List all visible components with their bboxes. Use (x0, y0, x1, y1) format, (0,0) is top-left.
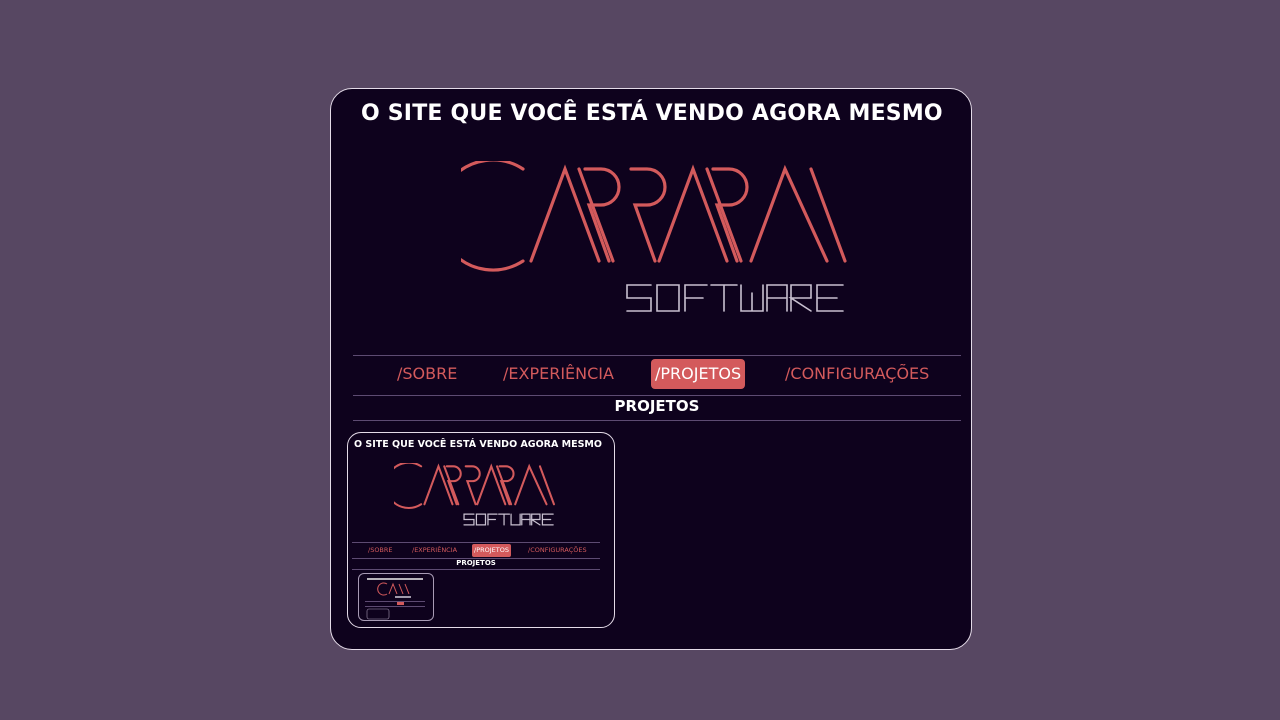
section-heading: PROJETOS (614, 397, 700, 415)
nav-item-sobre[interactable]: /SOBRE (397, 359, 457, 389)
project-preview-frame: O SITE QUE VOCÊ ESTÁ VENDO AGORA MESMO /… (330, 88, 972, 650)
carrara-software-logo (461, 161, 847, 312)
nav-top-divider (353, 355, 961, 356)
card-section-divider (352, 569, 600, 570)
page-title: O SITE QUE VOCÊ ESTÁ VENDO AGORA MESMO (361, 101, 943, 126)
nested-preview-graphic (365, 578, 425, 620)
project-card-title: O SITE QUE VOCÊ ESTÁ VENDO AGORA MESMO (354, 439, 602, 450)
nested-preview-thumbnail (358, 573, 434, 621)
section-divider (353, 420, 961, 421)
card-nav-item-configuracoes: /CONFIGURAÇÕES (528, 546, 587, 554)
nav-item-projetos[interactable]: /PROJETOS (651, 359, 746, 389)
project-card-logo (394, 463, 555, 526)
nav-item-experiencia[interactable]: /EXPERIÊNCIA (503, 359, 614, 389)
card-nav-item-projetos: /PROJETOS (472, 544, 511, 557)
main-nav: /SOBRE /EXPERIÊNCIA /PROJETOS /CONFIGURA… (353, 357, 961, 397)
card-section-heading: PROJETOS (456, 559, 496, 567)
card-nav-top-divider (352, 542, 600, 543)
card-nav-item-experiencia: /EXPERIÊNCIA (412, 546, 458, 554)
project-card[interactable]: O SITE QUE VOCÊ ESTÁ VENDO AGORA MESMO /… (347, 432, 615, 628)
card-nav-item-sobre: /SOBRE (368, 546, 393, 554)
nav-item-configuracoes[interactable]: /CONFIGURAÇÕES (785, 359, 929, 389)
nav-bottom-divider (353, 395, 961, 396)
